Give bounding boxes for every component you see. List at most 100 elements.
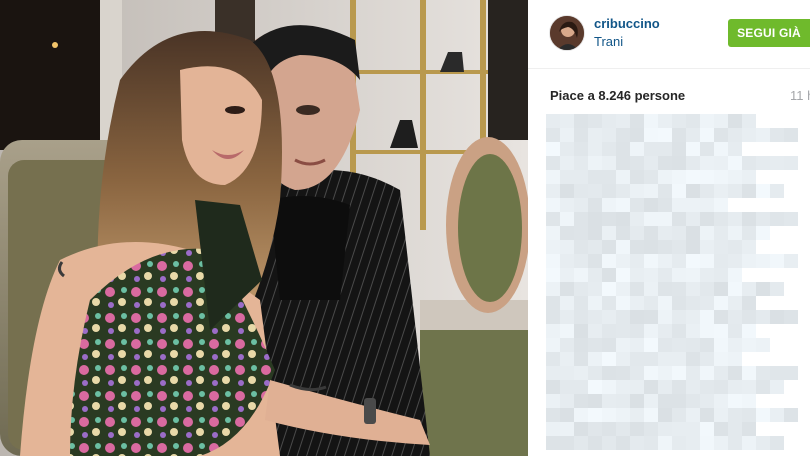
- avatar[interactable]: [549, 15, 585, 51]
- pixel-block: [602, 128, 616, 142]
- pixel-block: [658, 338, 672, 352]
- pixel-block: [560, 114, 574, 128]
- pixel-block: [588, 282, 602, 296]
- pixel-block: [770, 408, 784, 422]
- pixel-block: [560, 170, 574, 184]
- pixel-block: [672, 128, 686, 142]
- pixel-block: [644, 422, 658, 436]
- pixel-block: [630, 282, 644, 296]
- pixel-block: [714, 212, 728, 226]
- pixel-block: [616, 366, 630, 380]
- pixel-block: [742, 380, 756, 394]
- pixel-block: [602, 170, 616, 184]
- pixel-block: [546, 226, 560, 240]
- pixel-block: [658, 268, 672, 282]
- post-photo-illustration: [0, 0, 528, 456]
- likes-count[interactable]: Piace a 8.246 persone: [550, 88, 685, 103]
- pixel-block: [700, 114, 714, 128]
- pixel-block: [546, 310, 560, 324]
- pixel-block: [616, 352, 630, 366]
- pixel-block: [714, 338, 728, 352]
- username-link[interactable]: cribuccino: [594, 16, 660, 31]
- pixel-block: [728, 296, 742, 310]
- pixel-block: [658, 436, 672, 450]
- pixel-block: [630, 184, 644, 198]
- pixel-block: [728, 142, 742, 156]
- pixel-block: [686, 324, 700, 338]
- pixel-block: [672, 170, 686, 184]
- pixel-block: [574, 156, 588, 170]
- pixel-block: [588, 114, 602, 128]
- pixel-block: [560, 324, 574, 338]
- pixel-block: [686, 226, 700, 240]
- avatar-image: [550, 16, 584, 50]
- pixel-block: [644, 408, 658, 422]
- pixel-block: [630, 380, 644, 394]
- pixel-block: [770, 366, 784, 380]
- pixel-block: [560, 422, 574, 436]
- pixel-block: [574, 212, 588, 226]
- pixel-block: [728, 268, 742, 282]
- pixel-block: [616, 142, 630, 156]
- pixel-block: [588, 324, 602, 338]
- pixel-block: [728, 422, 742, 436]
- pixel-block: [630, 198, 644, 212]
- pixel-block: [616, 114, 630, 128]
- pixel-block: [770, 184, 784, 198]
- pixel-block: [658, 324, 672, 338]
- pixel-block: [574, 268, 588, 282]
- pixel-block: [700, 170, 714, 184]
- pixel-block: [546, 422, 560, 436]
- pixel-block: [770, 282, 784, 296]
- pixel-block: [588, 156, 602, 170]
- pixel-block: [602, 254, 616, 268]
- pixel-block: [672, 268, 686, 282]
- pixel-block: [560, 352, 574, 366]
- pixel-block: [560, 282, 574, 296]
- pixel-block: [728, 324, 742, 338]
- pixel-block: [546, 198, 560, 212]
- pixel-block: [742, 324, 756, 338]
- pixel-block: [700, 128, 714, 142]
- pixel-block: [714, 114, 728, 128]
- pixel-block: [784, 310, 798, 324]
- pixel-block: [602, 296, 616, 310]
- pixel-block: [756, 338, 770, 352]
- pixel-block: [602, 268, 616, 282]
- pixel-block: [756, 310, 770, 324]
- pixel-block: [658, 366, 672, 380]
- pixel-block: [560, 436, 574, 450]
- post-time: 11 h: [790, 88, 810, 103]
- pixel-block: [686, 128, 700, 142]
- pixel-block: [630, 142, 644, 156]
- pixel-block: [686, 170, 700, 184]
- pixel-block: [588, 268, 602, 282]
- pixel-block: [616, 212, 630, 226]
- pixel-block: [630, 114, 644, 128]
- post-photo[interactable]: [0, 0, 528, 456]
- pixel-block: [630, 394, 644, 408]
- pixel-block: [546, 114, 560, 128]
- pixel-block: [700, 254, 714, 268]
- pixel-block: [546, 366, 560, 380]
- pixel-block: [630, 324, 644, 338]
- pixel-block: [714, 394, 728, 408]
- pixel-block: [686, 380, 700, 394]
- pixel-block: [644, 156, 658, 170]
- pixel-block: [546, 268, 560, 282]
- pixel-block: [588, 380, 602, 394]
- pixel-block: [616, 394, 630, 408]
- pixel-block: [700, 422, 714, 436]
- pixel-block: [588, 170, 602, 184]
- pixel-block: [546, 184, 560, 198]
- pixel-block: [700, 366, 714, 380]
- pixel-block: [560, 296, 574, 310]
- pixel-block: [560, 338, 574, 352]
- location-link[interactable]: Trani: [594, 34, 623, 49]
- pixel-block: [644, 142, 658, 156]
- pixel-block: [700, 310, 714, 324]
- pixel-block: [588, 226, 602, 240]
- pixel-block: [574, 142, 588, 156]
- pixel-block: [644, 310, 658, 324]
- follow-button[interactable]: SEGUI GIÀ: [728, 19, 810, 47]
